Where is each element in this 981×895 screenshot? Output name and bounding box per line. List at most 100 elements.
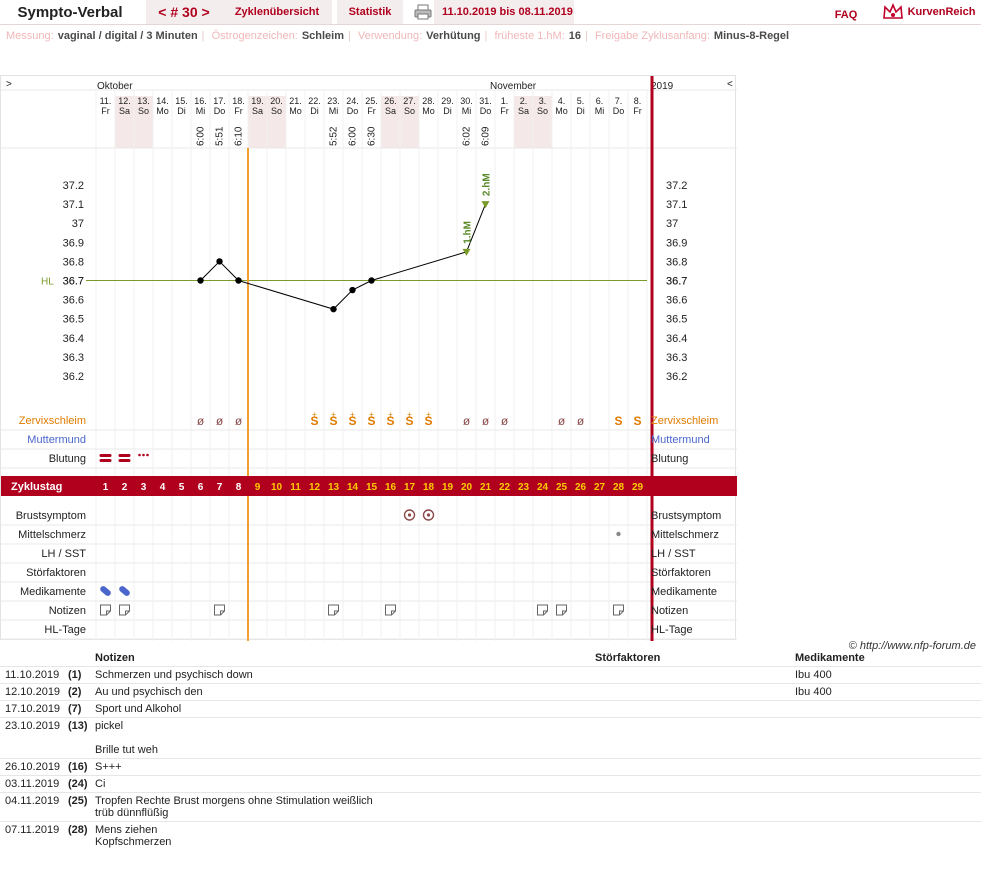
y-tick-left: 36.9: [63, 237, 84, 249]
cervix-plus-mark: +: [331, 410, 336, 419]
note-cycle-day: (1): [68, 669, 82, 681]
day-weekday: Di: [576, 106, 585, 116]
y-tick-left: 37.2: [63, 180, 84, 192]
cycle-day-number: 6: [198, 482, 204, 493]
measurement-time: 6:02: [462, 126, 473, 146]
month-label-october: Oktober: [97, 81, 133, 92]
day-weekday: Fr: [633, 106, 642, 116]
day-weekday: Mo: [422, 106, 435, 116]
day-weekday: Sa: [119, 106, 130, 116]
high-measurement-label: 1.hM: [463, 221, 474, 244]
tab-cycle-overview[interactable]: Zyklenübersicht: [222, 0, 332, 24]
info-label-earliest: früheste 1.hM:: [494, 30, 565, 42]
cervix-dry-mark: ø: [558, 414, 566, 428]
cycle-day-number: 25: [556, 482, 568, 493]
note-date: 07.11.2019: [5, 824, 60, 836]
y-tick-left: 36.5: [63, 314, 84, 326]
note-text: Sport und Alkohol: [95, 703, 182, 715]
note-icon: [328, 604, 339, 616]
high-measurement-marker: [481, 201, 490, 209]
day-date: 30.: [460, 96, 473, 106]
temperature-point: [330, 305, 337, 313]
y-tick-right: 36.2: [666, 371, 687, 383]
cycle-day-number: 7: [217, 482, 223, 493]
day-weekday: Mo: [555, 106, 568, 116]
row-label-left: Medikamente: [20, 586, 86, 598]
note-date: 26.10.2019: [5, 761, 61, 773]
row-label-left: Zervixschleim: [19, 415, 86, 427]
day-date: 13.: [137, 96, 150, 106]
note-medication: Ibu 400: [795, 686, 832, 698]
cycle-day-label: Zyklustag: [11, 481, 62, 493]
y-tick-left: 36.8: [63, 256, 84, 268]
breast-symptom-icon: [426, 513, 431, 517]
temperature-point: [197, 277, 204, 284]
day-date: 26.: [384, 96, 397, 106]
day-date: 29.: [441, 96, 454, 106]
y-tick-left: 36.6: [63, 295, 84, 307]
crown-icon: [882, 3, 903, 19]
cycle-day-number: 13: [328, 482, 340, 493]
day-date: 18.: [232, 96, 245, 106]
cycle-day-number: 1: [103, 482, 109, 493]
note-text: Tropfen Rechte Brust morgens ohne Stimul…: [95, 795, 373, 819]
note-date: 12.10.2019: [5, 686, 61, 698]
cycle-day-number: 5: [179, 482, 185, 493]
day-weekday: Fr: [101, 106, 110, 116]
date-range: 11.10.2019 bis 08.11.2019: [434, 0, 574, 24]
day-weekday: So: [404, 106, 415, 116]
note-icon: [214, 604, 225, 616]
cycle-navigator[interactable]: < # 30 >: [146, 0, 222, 24]
row-label-left: Notizen: [49, 605, 86, 617]
y-tick-right: 36.8: [666, 256, 687, 268]
cycle-day-number: 4: [160, 482, 166, 493]
cycle-day-number: 20: [461, 482, 473, 493]
notes-row: 04.11.2019 (25) Tropfen Rechte Brust morge…: [0, 792, 981, 822]
cycle-day-number: 14: [347, 482, 359, 493]
kurvenreich-logo[interactable]: KurvenReich: [876, 0, 981, 24]
high-measurement-label: 2.hM: [482, 173, 493, 196]
row-label-left: LH / SST: [41, 548, 86, 560]
print-icon[interactable]: [412, 0, 434, 24]
cycle-day-number: 18: [423, 482, 435, 493]
day-weekday: Di: [310, 106, 319, 116]
y-tick-right: 36.3: [666, 352, 687, 364]
day-date: 11.: [100, 96, 112, 106]
cycle-chart-svg: > <Oktober November 201911.Fr12.Sa13.So14.M…: [1, 76, 737, 641]
cycle-day-number: 2: [122, 482, 128, 493]
row-label-right: Medikamente: [651, 586, 717, 598]
faq-link[interactable]: FAQ: [826, 3, 866, 27]
y-tick-left: 37: [72, 218, 84, 230]
note-cycle-day: (24): [68, 778, 88, 790]
year-label: 2019: [651, 81, 674, 92]
row-label-left: Störfaktoren: [26, 567, 86, 579]
note-cycle-day: (16): [68, 761, 88, 773]
measurement-time: 5:52: [329, 126, 340, 146]
breast-symptom-icon: [407, 513, 412, 517]
month-label-november: November: [490, 81, 537, 92]
row-label-right: LH / SST: [651, 548, 696, 560]
note-icon: [119, 604, 130, 616]
day-date: 5.: [577, 96, 585, 106]
tab-statistics[interactable]: Statistik: [337, 0, 403, 24]
note-icon: [100, 604, 111, 616]
day-date: 21.: [289, 96, 302, 106]
info-value-earliest: 16: [568, 30, 582, 42]
day-weekday: Do: [613, 106, 625, 116]
y-tick-left: 37.1: [63, 199, 84, 211]
y-tick-right: 36.4: [666, 333, 687, 345]
cycle-day-number: 21: [480, 482, 492, 493]
day-date: 1.: [501, 96, 509, 106]
note-text: Au und psychisch den: [95, 686, 203, 698]
top-bar: Sympto-Verbal < # 30 > Zyklenübersicht S…: [0, 0, 981, 25]
y-tick-left: 36.3: [63, 352, 84, 364]
credit-link[interactable]: © http://www.nfp-forum.de: [849, 640, 976, 652]
header-notes: Notizen: [95, 652, 135, 664]
temperature-point: [216, 258, 223, 265]
temperature-point: [349, 286, 356, 294]
cervix-plus-mark: +: [369, 410, 374, 419]
y-tick-left-hl: 36.7: [63, 276, 84, 288]
cycle-day-number: 15: [366, 482, 378, 493]
note-cycle-day: (28): [68, 824, 88, 836]
day-date: 25.: [365, 96, 378, 106]
